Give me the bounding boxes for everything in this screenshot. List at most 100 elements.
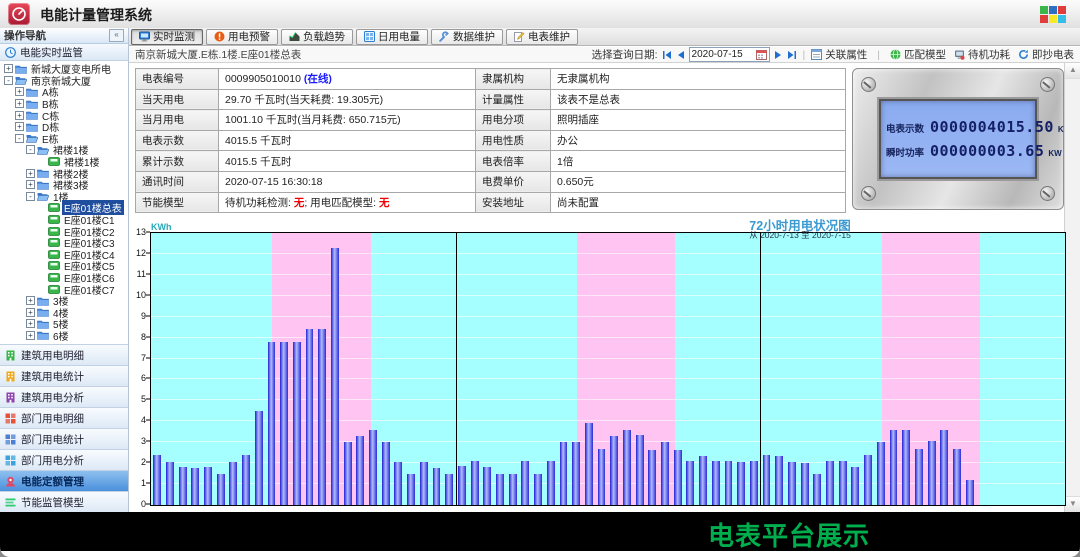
sidebar-item-节能监管模型[interactable]: 节能监管模型 [0, 492, 128, 513]
bar-hour-53 [826, 461, 834, 505]
meter-icon [48, 273, 60, 282]
y-tick-label: 12 [136, 248, 146, 258]
sidebar-collapse-button[interactable]: « [109, 29, 124, 42]
tree-node-label: 6楼 [51, 328, 71, 343]
bar-hour-27 [496, 474, 504, 505]
expand-icon[interactable]: + [15, 99, 24, 108]
clock-icon [5, 47, 16, 58]
bar-hour-49 [775, 456, 783, 505]
field-label: 累计示数 [136, 151, 219, 172]
field-label: 当天用电 [136, 89, 219, 110]
sidebar-item-建筑用电统计[interactable]: 建筑用电统计 [0, 366, 128, 387]
lcd-power-label: 瞬时功率 [886, 145, 930, 159]
action-匹配模型[interactable]: 匹配模型 [890, 47, 946, 62]
expand-icon[interactable]: + [26, 169, 35, 178]
tree-node-6楼[interactable]: +6楼 [0, 330, 128, 342]
field-value: 1001.10 千瓦时(当月耗费: 650.715元) [219, 110, 476, 131]
breadcrumb: 南京新城大厦.E栋.1楼.E座01楼总表 [135, 47, 301, 62]
sidebar-item-label: 电能实时监管 [20, 45, 83, 60]
last-date-icon[interactable] [787, 50, 797, 60]
sidebar-item-部门用电分析[interactable]: 部门用电分析 [0, 450, 128, 471]
prev-date-icon[interactable] [676, 50, 685, 60]
y-tick-label: 11 [137, 269, 146, 279]
bar-hour-15 [344, 442, 352, 505]
gridline [151, 337, 1065, 338]
y-tick-mark [146, 462, 150, 463]
sidebar-item-label: 建筑用电分析 [21, 390, 84, 405]
sidebar-item-label: 部门用电明细 [21, 411, 84, 426]
gridline [151, 316, 1065, 317]
meter-icon [48, 238, 60, 247]
bar-hour-37 [623, 430, 631, 505]
bar-hour-17 [369, 430, 377, 505]
expand-icon[interactable]: + [26, 319, 35, 328]
calendar-icon[interactable] [756, 49, 767, 60]
sidebar-item-建筑用电明细[interactable]: 建筑用电明细 [0, 345, 128, 366]
bar-hour-20 [407, 474, 415, 505]
chart-plot [150, 232, 1066, 506]
expand-icon[interactable]: + [26, 296, 35, 305]
next-date-icon[interactable] [774, 50, 783, 60]
tab-电表维护[interactable]: 电表维护 [506, 29, 578, 45]
sidebar-item-部门用电统计[interactable]: 部门用电统计 [0, 429, 128, 450]
expand-icon[interactable]: + [26, 180, 35, 189]
date-query-label: 选择查询日期: [592, 47, 658, 62]
monitor-icon [139, 31, 150, 42]
brand-squares-icon [1040, 6, 1066, 23]
y-tick-label: 13 [136, 227, 146, 237]
expand-icon[interactable]: + [26, 308, 35, 317]
field-label: 电表编号 [136, 69, 219, 90]
bar-hour-8 [255, 411, 263, 505]
sidebar-item-电能定额管理[interactable]: 电能定额管理 [0, 471, 128, 492]
tree-node-A栋[interactable]: +A栋 [0, 86, 128, 98]
tab-数据维护[interactable]: 数据维护 [431, 29, 503, 45]
bar-hour-1 [166, 462, 174, 505]
content-scrollbar[interactable]: ▲ ▼ [1064, 63, 1080, 512]
meter-icon [48, 227, 60, 236]
y-tick-mark [146, 441, 150, 442]
bar-hour-9 [268, 342, 276, 505]
sidebar-item-部门用电明细[interactable]: 部门用电明细 [0, 408, 128, 429]
collapse-icon[interactable]: - [26, 192, 35, 201]
expand-icon[interactable]: + [15, 87, 24, 96]
sidebar-item-建筑用电分析[interactable]: 建筑用电分析 [0, 387, 128, 408]
tab-实时监测[interactable]: 实时监测 [131, 29, 203, 45]
field-value: 该表不是总表 [551, 89, 846, 110]
sidebar-header: 操作导航 « [0, 28, 128, 44]
tab-label: 数据维护 [453, 29, 495, 44]
table-row: 节能模型待机功耗检测: 无; 用电匹配模型: 无安装地址尚未配置 [136, 192, 846, 213]
tree-node-D栋[interactable]: +D栋 [0, 121, 128, 133]
collapse-icon[interactable]: - [26, 145, 35, 154]
tree-node-C栋[interactable]: +C栋 [0, 109, 128, 121]
collapse-icon[interactable]: - [4, 76, 13, 85]
first-date-icon[interactable] [662, 50, 672, 60]
tab-负载趋势[interactable]: 负载趋势 [281, 29, 353, 45]
expand-icon[interactable]: + [26, 331, 35, 340]
screw-icon [861, 77, 876, 92]
expand-icon[interactable]: + [15, 111, 24, 120]
bar-hour-45 [725, 461, 733, 505]
bar-hour-42 [686, 461, 694, 505]
bar-hour-60 [915, 449, 923, 505]
blocks-icon [5, 455, 16, 466]
tab-日用电量[interactable]: 日用电量 [356, 29, 428, 45]
expand-icon[interactable]: + [4, 64, 13, 73]
scroll-down-icon[interactable]: ▼ [1065, 496, 1080, 512]
tree-node-南京新城大厦[interactable]: -南京新城大厦 [0, 75, 128, 87]
tab-用电预警[interactable]: 用电预警 [206, 29, 278, 45]
bar-hour-51 [801, 463, 809, 505]
date-input[interactable] [692, 49, 754, 60]
collapse-icon[interactable]: - [15, 134, 24, 143]
action-即抄电表[interactable]: 即抄电表 [1018, 47, 1074, 62]
field-value: 29.70 千瓦时(当天耗费: 19.305元) [219, 89, 476, 110]
action-关联属性[interactable]: 关联属性 [811, 47, 867, 62]
y-tick-mark [146, 483, 150, 484]
expand-icon[interactable]: + [15, 122, 24, 131]
bar-hour-14 [331, 248, 339, 505]
scroll-up-icon[interactable]: ▲ [1065, 63, 1080, 79]
action-待机功耗[interactable]: 待机功耗 [954, 47, 1010, 62]
sidebar-item-realtime-monitor[interactable]: 电能实时监管 [0, 44, 128, 61]
field-value: 2020-07-15 16:30:18 [219, 171, 476, 192]
tree-node-B栋[interactable]: +B栋 [0, 98, 128, 110]
folder-icon [37, 180, 49, 190]
